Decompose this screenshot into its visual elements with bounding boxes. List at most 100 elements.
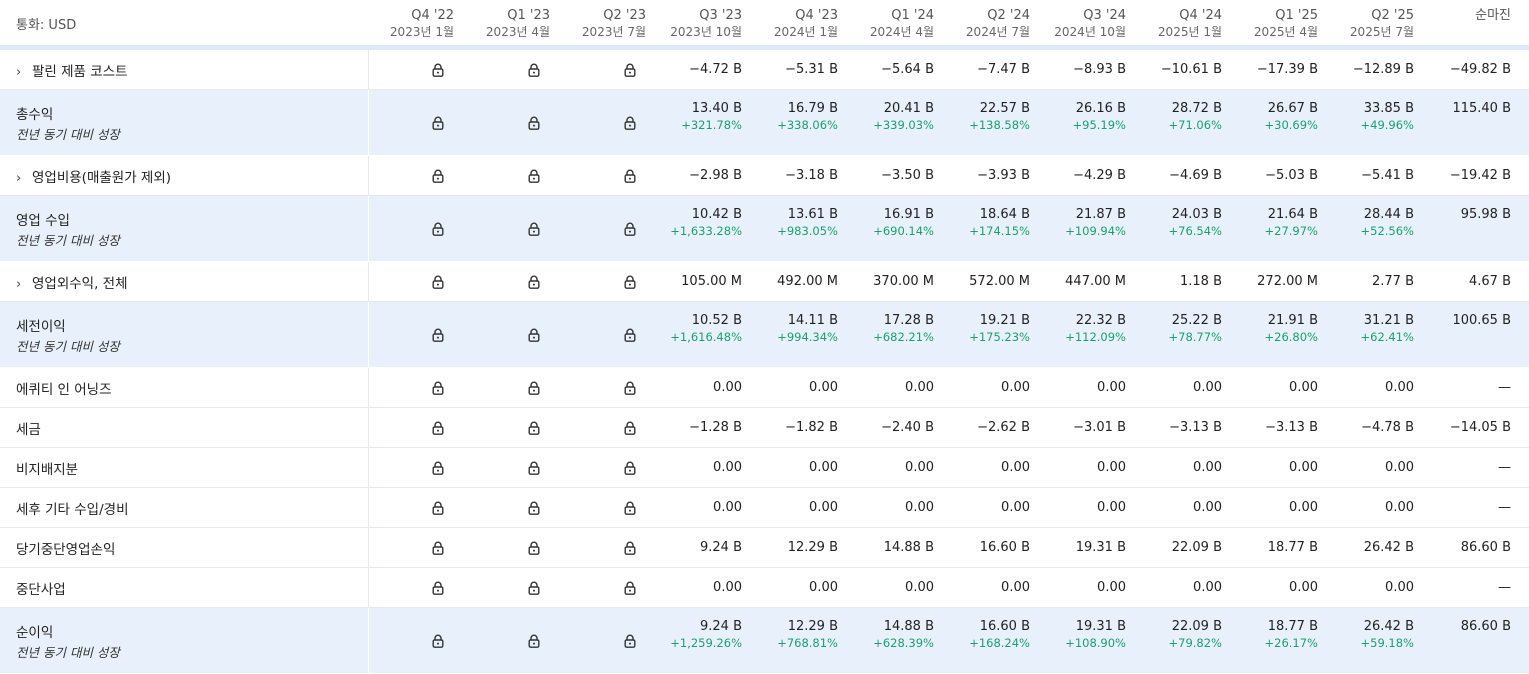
locked-cell[interactable] [368,487,464,528]
lock-icon [432,461,444,475]
value: 572.00 M [969,274,1030,289]
column-header: Q2 '24 2024년 7월 [944,0,1040,50]
locked-cell[interactable] [464,301,560,368]
value-cell: 0.00 [944,567,1040,608]
locked-cell[interactable] [464,487,560,528]
growth-value: +112.09% [1065,330,1126,344]
locked-cell[interactable] [464,195,560,262]
locked-cell[interactable] [368,367,464,408]
locked-cell[interactable] [464,47,560,90]
locked-cell[interactable] [560,261,656,302]
column-date: 2024년 4월 [869,25,934,39]
value: −4.29 B [1073,168,1126,183]
row-label: 총수익 [16,106,54,123]
locked-cell[interactable] [368,301,464,368]
growth-value: +30.69% [1264,118,1319,132]
growth-value: +138.58% [969,118,1030,132]
column-date: 2023년 1월 [389,25,454,39]
locked-cell[interactable] [368,567,464,608]
locked-cell[interactable] [368,407,464,448]
value-cell: 16.79 B +338.06% [752,89,848,156]
locked-cell[interactable] [464,407,560,448]
locked-cell[interactable] [368,155,464,196]
locked-cell[interactable] [560,301,656,368]
value-cell: 0.00 [944,487,1040,528]
table-row[interactable]: › 팔린 제품 코스트 −4.72 B −5.31 B −5.64 B −7.47 B −8… [0,47,1529,90]
locked-cell[interactable] [560,155,656,196]
row-label-cell[interactable]: › 영업비용(매출원가 제외) [0,155,369,196]
value: −2.40 B [881,420,934,435]
value: 0.00 [713,460,742,475]
table-row: 중단사업 0.00 0.00 0.00 0.00 0.00 0.00 0.00 0.00 — [0,567,1529,608]
locked-cell[interactable] [464,367,560,408]
lock-icon [528,275,540,289]
locked-cell[interactable] [560,367,656,408]
locked-cell[interactable] [368,447,464,488]
locked-cell[interactable] [368,527,464,568]
row-label-line: 당기중단영업손익 [16,538,368,558]
value-cell: 0.00 [1232,367,1328,408]
locked-cell[interactable] [464,607,560,674]
locked-cell[interactable] [464,261,560,302]
ttm-cell: 86.60 B [1424,527,1529,568]
value: −3.13 B [1169,420,1222,435]
locked-cell[interactable] [464,447,560,488]
value-cell: −4.72 B [656,47,752,90]
row-label-line: 세전이익 [16,315,368,335]
value: 13.40 B [691,101,742,116]
locked-cell[interactable] [560,607,656,674]
lock-icon [432,381,444,395]
table-row: 비지배지분 0.00 0.00 0.00 0.00 0.00 0.00 0.00 0.00 — [0,447,1529,488]
locked-cell[interactable] [560,567,656,608]
table-row[interactable]: › 영업비용(매출원가 제외) −2.98 B −3.18 B −3.50 B −3.93… [0,155,1529,196]
locked-cell[interactable] [368,89,464,156]
table-row: 영업 수입 전년 동기 대비 성장 10.42 B +1,633.28% 13.61 B… [0,195,1529,262]
locked-cell[interactable] [560,195,656,262]
growth-value: +983.05% [777,224,838,238]
column-quarter: Q2 '25 [1371,8,1414,23]
chevron-right-icon[interactable]: › [16,277,32,292]
growth-value: +27.97% [1264,224,1319,238]
locked-cell[interactable] [368,195,464,262]
row-label-cell[interactable]: › 영업외수익, 전체 [0,261,369,302]
lock-icon [624,581,636,595]
locked-cell[interactable] [368,607,464,674]
locked-cell[interactable] [464,89,560,156]
table-row: 총수익 전년 동기 대비 성장 13.40 B +321.78% 16.79 B +338… [0,89,1529,156]
column-date: 2023년 10월 [670,25,742,39]
locked-cell[interactable] [368,261,464,302]
value: 16.91 B [883,207,934,222]
locked-cell[interactable] [464,155,560,196]
value: 18.77 B [1267,619,1318,634]
locked-cell[interactable] [368,47,464,90]
locked-cell[interactable] [560,447,656,488]
locked-cell[interactable] [464,527,560,568]
column-header: Q2 '25 2025년 7월 [1328,0,1424,50]
table-row[interactable]: › 영업외수익, 전체 105.00 M 492.00 M 370.00 M 572.00… [0,261,1529,302]
value-cell: −4.29 B [1040,155,1136,196]
value-cell: 26.67 B +30.69% [1232,89,1328,156]
value-cell: 0.00 [1232,447,1328,488]
locked-cell[interactable] [464,567,560,608]
value-cell: 0.00 [752,487,848,528]
ttm-value: 100.65 B [1452,313,1511,328]
locked-cell[interactable] [560,527,656,568]
locked-cell[interactable] [560,89,656,156]
row-label-line: 중단사업 [16,578,368,598]
row-label-cell[interactable]: › 팔린 제품 코스트 [0,47,369,90]
value: −4.69 B [1169,168,1222,183]
growth-value: +1,616.48% [670,330,742,344]
chevron-right-icon[interactable]: › [16,171,32,186]
locked-cell[interactable] [560,47,656,90]
value: 0.00 [905,580,934,595]
chevron-right-icon[interactable]: › [16,65,32,80]
value: 16.60 B [979,619,1030,634]
value: 0.00 [1001,580,1030,595]
value: 10.42 B [691,207,742,222]
locked-cell[interactable] [560,487,656,528]
locked-cell[interactable] [560,407,656,448]
row-label: 중단사업 [16,581,66,598]
value: −5.03 B [1265,168,1318,183]
lock-icon [528,421,540,435]
row-label-cell: 영업 수입 전년 동기 대비 성장 [0,195,369,262]
